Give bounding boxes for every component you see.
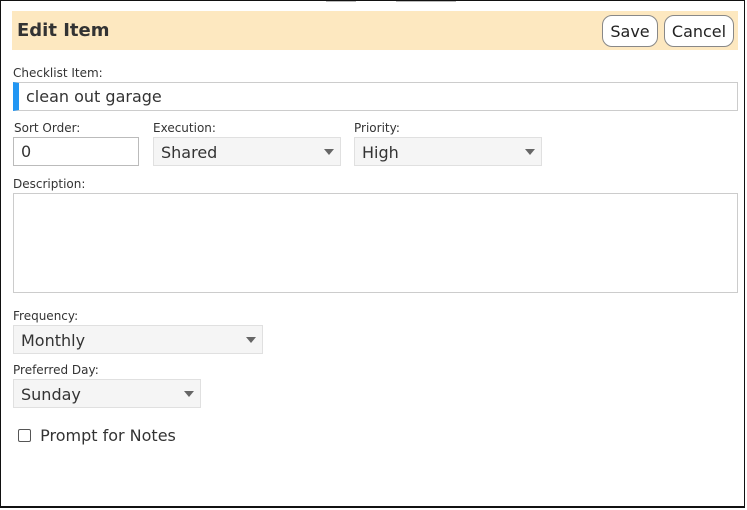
chevron-down-icon: [324, 149, 334, 155]
priority-select[interactable]: High: [354, 137, 542, 166]
frequency-label: Frequency:: [13, 309, 79, 323]
chevron-down-icon: [246, 337, 256, 343]
frequency-selected-value: Monthly: [21, 331, 86, 350]
checklist-item-input[interactable]: [13, 82, 738, 111]
sort-order-input[interactable]: [13, 137, 139, 166]
top-edge-decoration: [326, 1, 356, 2]
preferred-day-label: Preferred Day:: [13, 363, 99, 377]
dialog-header: Edit Item Save Cancel: [12, 11, 738, 50]
priority-label: Priority:: [354, 121, 400, 135]
prompt-for-notes-checkbox[interactable]: [18, 429, 31, 442]
prompt-for-notes-row[interactable]: Prompt for Notes: [18, 425, 176, 445]
preferred-day-select[interactable]: Sunday: [13, 379, 201, 408]
priority-selected-value: High: [362, 143, 399, 162]
execution-selected-value: Shared: [161, 143, 218, 162]
edit-item-dialog: Edit Item Save Cancel Checklist Item: So…: [0, 0, 745, 508]
chevron-down-icon: [184, 391, 194, 397]
save-button[interactable]: Save: [602, 15, 658, 47]
prompt-for-notes-label[interactable]: Prompt for Notes: [40, 426, 176, 445]
preferred-day-selected-value: Sunday: [21, 385, 81, 404]
description-textarea[interactable]: [13, 193, 738, 293]
frequency-select[interactable]: Monthly: [13, 325, 263, 354]
checklist-item-label: Checklist Item:: [13, 66, 103, 80]
top-edge-decoration: [396, 1, 456, 2]
execution-select[interactable]: Shared: [153, 137, 341, 166]
execution-label: Execution:: [153, 121, 216, 135]
description-label: Description:: [13, 177, 86, 191]
chevron-down-icon: [525, 149, 535, 155]
dialog-title: Edit Item: [17, 20, 110, 41]
sort-order-label: Sort Order:: [14, 121, 81, 135]
cancel-button[interactable]: Cancel: [664, 15, 734, 47]
